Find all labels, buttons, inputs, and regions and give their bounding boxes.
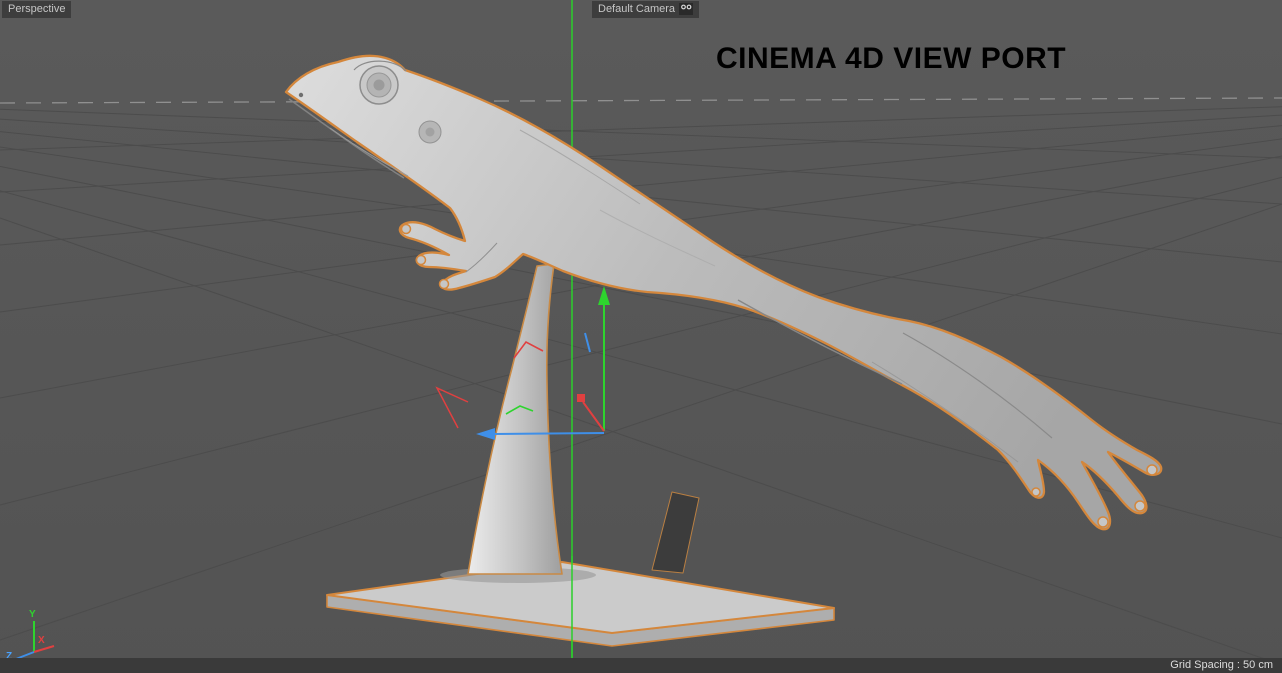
viewport-title: CINEMA 4D VIEW PORT xyxy=(716,42,1067,75)
frog-nostril xyxy=(298,92,304,98)
view-label: Perspective xyxy=(2,1,72,18)
grid-spacing-label: Grid Spacing : 50 cm xyxy=(1170,659,1273,671)
viewport-canvas[interactable]: Y X Z Perspective Default Camera CINEMA … xyxy=(0,0,1282,673)
camera-settings-icon[interactable] xyxy=(679,3,694,15)
axis-x-label: X xyxy=(38,635,45,646)
camera-label[interactable]: Default Camera xyxy=(592,1,700,18)
viewport-background xyxy=(0,0,1282,673)
frog-tympanum xyxy=(418,120,442,144)
camera-label-text: Default Camera xyxy=(598,3,676,15)
status-bar: Grid Spacing : 50 cm xyxy=(0,658,1282,673)
scene-3d[interactable]: Y X Z xyxy=(0,0,1282,673)
axis-y-label: Y xyxy=(29,609,36,620)
frog-eye xyxy=(359,65,399,105)
